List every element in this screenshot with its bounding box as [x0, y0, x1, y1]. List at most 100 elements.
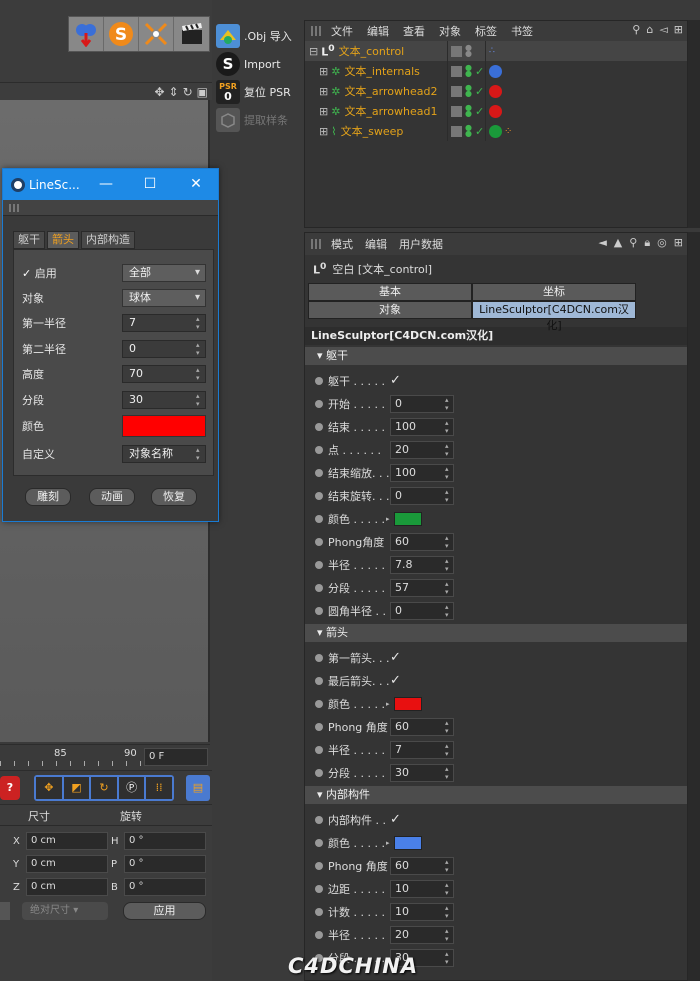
search-icon[interactable]: ⚲: [629, 236, 637, 250]
number-field[interactable]: 20: [390, 925, 454, 944]
tab-arrow[interactable]: 箭头: [47, 231, 79, 249]
anim-dot-icon[interactable]: [315, 699, 323, 708]
checkbox-checked[interactable]: ✓: [390, 650, 401, 665]
sweep-tag-icon[interactable]: ⁘: [504, 126, 512, 137]
group-header-arrow[interactable]: ▾ 箭头: [305, 624, 687, 642]
expand-arrow-icon[interactable]: ▸: [386, 839, 390, 847]
close-icon[interactable]: ✕: [185, 174, 207, 194]
tab-coord[interactable]: 坐标: [472, 283, 636, 301]
size-y-field[interactable]: 0 cm: [26, 855, 108, 873]
object-row[interactable]: ⊞ ✲ 文本_arrowhead1 ● ● ✓: [305, 101, 687, 121]
rotate-key-icon[interactable]: ↻: [91, 777, 117, 799]
object-row[interactable]: ⊞ ✲ 文本_internals ● ● ✓: [305, 61, 687, 81]
number-field[interactable]: 20: [390, 440, 454, 459]
number-field[interactable]: 30: [390, 763, 454, 782]
collapse-icon[interactable]: ⊟: [309, 45, 318, 58]
tab-linesculptor[interactable]: LineSculptor[C4DCN.com汉化]: [472, 301, 636, 332]
object-dropdown[interactable]: 球体: [122, 289, 206, 307]
up-arrow-icon[interactable]: ▲: [614, 236, 622, 250]
object-name[interactable]: 文本_control: [339, 43, 405, 59]
size-x-field[interactable]: 0 cm: [26, 832, 108, 850]
height-field[interactable]: 70: [122, 365, 206, 383]
anim-dot-icon[interactable]: [315, 838, 323, 847]
custom-name-field[interactable]: 对象名称: [122, 445, 206, 463]
point-key-icon[interactable]: ⁞⁞: [146, 777, 172, 799]
number-field[interactable]: 100: [390, 463, 454, 482]
arrow-left-icon[interactable]: ◅: [659, 23, 667, 36]
expand-icon[interactable]: ⊞: [319, 105, 328, 118]
anim-dot-icon[interactable]: [315, 815, 323, 824]
coord-mode-dropdown[interactable]: [0, 902, 10, 920]
import-button[interactable]: S Import: [214, 50, 302, 78]
color-swatch[interactable]: [122, 415, 206, 437]
material-tag-icon[interactable]: [489, 124, 502, 138]
minimize-icon[interactable]: —: [95, 174, 117, 194]
reset-psr-button[interactable]: PSR 0 复位 PSR: [214, 78, 302, 106]
visibility-dots-icon[interactable]: ● ●: [465, 84, 472, 98]
add-panel-icon[interactable]: ⊞: [674, 236, 683, 250]
extract-spline-button[interactable]: 提取样条: [214, 106, 302, 134]
number-field[interactable]: 0: [390, 394, 454, 413]
checkbox-checked[interactable]: ✓: [22, 267, 31, 280]
number-field[interactable]: 10: [390, 902, 454, 921]
move-view-icon[interactable]: ✥: [154, 85, 164, 99]
color-swatch[interactable]: [393, 511, 422, 526]
menu-mode[interactable]: 模式: [331, 236, 353, 252]
tab-basic[interactable]: 基本: [308, 283, 472, 301]
move-key-icon[interactable]: ✥: [36, 777, 62, 799]
anim-dot-icon[interactable]: [315, 907, 323, 916]
panel-grip-icon[interactable]: [311, 239, 321, 249]
checkbox-checked[interactable]: ✓: [390, 373, 401, 388]
anim-dot-icon[interactable]: [315, 422, 323, 431]
anim-dot-icon[interactable]: [315, 930, 323, 939]
expand-arrow-icon[interactable]: ▸: [386, 700, 390, 708]
enabled-check-icon[interactable]: ✓: [475, 105, 484, 118]
enabled-check-icon[interactable]: ✓: [475, 65, 484, 78]
visibility-dots-icon[interactable]: ● ●: [465, 44, 472, 58]
checkbox-checked[interactable]: ✓: [390, 673, 401, 688]
anim-dot-icon[interactable]: [315, 745, 323, 754]
size-z-field[interactable]: 0 cm: [26, 878, 108, 896]
visibility-dots-icon[interactable]: ● ●: [465, 64, 472, 78]
enabled-check-icon[interactable]: ✓: [475, 85, 484, 98]
tag-dots-icon[interactable]: ∴: [489, 46, 495, 56]
anim-dot-icon[interactable]: [315, 445, 323, 454]
object-name[interactable]: 文本_sweep: [341, 123, 404, 139]
menu-edit[interactable]: 编辑: [365, 236, 387, 252]
color-swatch[interactable]: [393, 835, 422, 850]
object-name[interactable]: 文本_arrowhead2: [344, 83, 437, 99]
anim-dot-icon[interactable]: [315, 537, 323, 546]
material-tag-icon[interactable]: [489, 64, 502, 78]
anim-dot-icon[interactable]: [315, 376, 323, 385]
group-header-internals[interactable]: ▾ 内部构件: [305, 786, 687, 804]
expand-icon[interactable]: ⊞: [319, 65, 328, 78]
sculpt-button[interactable]: 雕刻: [25, 488, 71, 506]
number-field[interactable]: 60: [390, 717, 454, 736]
param-key-icon[interactable]: Ⓟ: [118, 777, 145, 799]
radius2-field[interactable]: 0: [122, 340, 206, 358]
checkbox-checked[interactable]: ✓: [390, 812, 401, 827]
menu-edit[interactable]: 编辑: [367, 23, 389, 39]
pan-view-icon[interactable]: ⇕: [169, 85, 179, 99]
rotate-view-icon[interactable]: ↻: [183, 85, 193, 99]
anim-dot-icon[interactable]: [315, 583, 323, 592]
object-row[interactable]: ⊞ ⌇ 文本_sweep ● ● ✓ ⁘: [305, 121, 687, 141]
material-tag-icon[interactable]: [489, 104, 502, 118]
restore-button[interactable]: 恢复: [151, 488, 197, 506]
anim-dot-icon[interactable]: [315, 560, 323, 569]
menu-tags[interactable]: 标签: [475, 23, 497, 39]
enabled-check-icon[interactable]: ✓: [475, 125, 484, 138]
color-swatch[interactable]: [393, 696, 422, 711]
anim-dot-icon[interactable]: [315, 653, 323, 662]
home-icon[interactable]: ⌂: [646, 23, 653, 36]
object-name[interactable]: 文本_internals: [344, 63, 419, 79]
size-mode-dropdown[interactable]: 绝对尺寸 ▾: [22, 902, 108, 920]
number-field[interactable]: 7.8: [390, 555, 454, 574]
segments-field[interactable]: 30: [122, 391, 206, 409]
object-row[interactable]: ⊞ ✲ 文本_arrowhead2 ● ● ✓: [305, 81, 687, 101]
visibility-dots-icon[interactable]: ● ●: [465, 104, 472, 118]
anim-dot-icon[interactable]: [315, 676, 323, 685]
apply-button[interactable]: 应用: [123, 902, 206, 920]
tab-trunk[interactable]: 躯干: [13, 231, 45, 249]
film-strip-icon[interactable]: ▤: [186, 775, 210, 801]
